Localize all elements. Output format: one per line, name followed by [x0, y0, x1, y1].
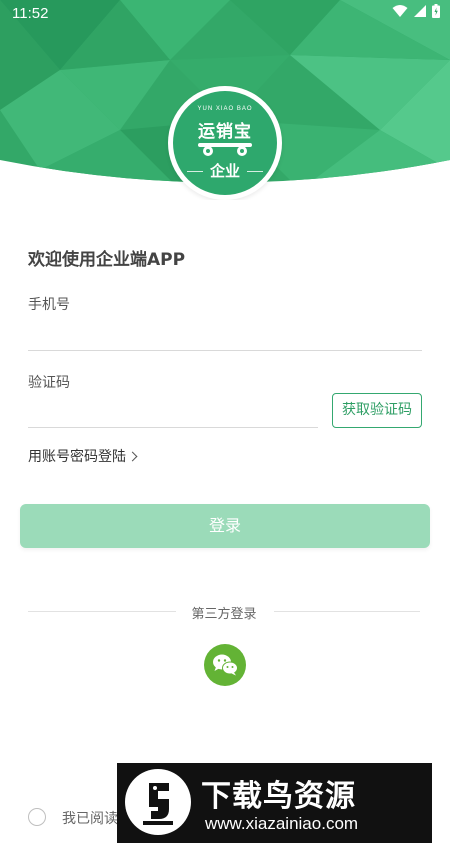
third-party-label: 第三方登录 [191, 607, 257, 622]
status-time: 11:52 [12, 5, 49, 22]
watermark-title: 下载鸟资源 [201, 779, 356, 814]
header-banner: 11:52 YUN XIAO BAO 运销宝 企业 [0, 0, 450, 200]
logo-circle: YUN XIAO BAO 运销宝 企业 [173, 91, 277, 195]
wechat-login-button[interactable] [204, 644, 246, 686]
status-bar: 11:52 [0, 0, 450, 26]
bird-logo-icon [143, 783, 173, 825]
app-logo: YUN XIAO BAO 运销宝 企业 [168, 86, 282, 200]
phone-label: 手机号 [28, 297, 70, 313]
status-icons [392, 4, 440, 18]
truck-wheels-icon [198, 143, 252, 156]
chevron-right-icon [127, 451, 138, 462]
wifi-icon [392, 5, 408, 17]
agreement-checkbox[interactable] [28, 808, 46, 826]
watermark-banner: 下载鸟资源 www.xiazainiao.com [117, 763, 432, 843]
signal-icon [414, 5, 426, 17]
verification-code-input[interactable] [28, 404, 318, 428]
login-button[interactable]: 登录 [20, 504, 430, 548]
password-login-label: 用账号密码登陆 [28, 449, 126, 465]
third-party-divider: 第三方登录 [28, 602, 420, 622]
watermark-bird-logo [125, 769, 191, 835]
phone-input[interactable] [28, 327, 422, 351]
logo-latin-text: YUN XIAO BAO [197, 106, 253, 112]
get-code-button[interactable]: 获取验证码 [332, 393, 422, 428]
welcome-title: 欢迎使用企业端APP [28, 250, 186, 270]
password-login-link[interactable]: 用账号密码登陆 [28, 446, 138, 466]
battery-icon [432, 4, 440, 18]
code-label: 验证码 [28, 375, 70, 391]
wechat-icon [213, 654, 238, 676]
logo-badge: 企业 [203, 160, 247, 182]
agreement-text: 我已阅读 [62, 811, 118, 827]
watermark-url: www.xiazainiao.com [205, 814, 359, 833]
logo-brand-text: 运销宝 [198, 122, 252, 142]
